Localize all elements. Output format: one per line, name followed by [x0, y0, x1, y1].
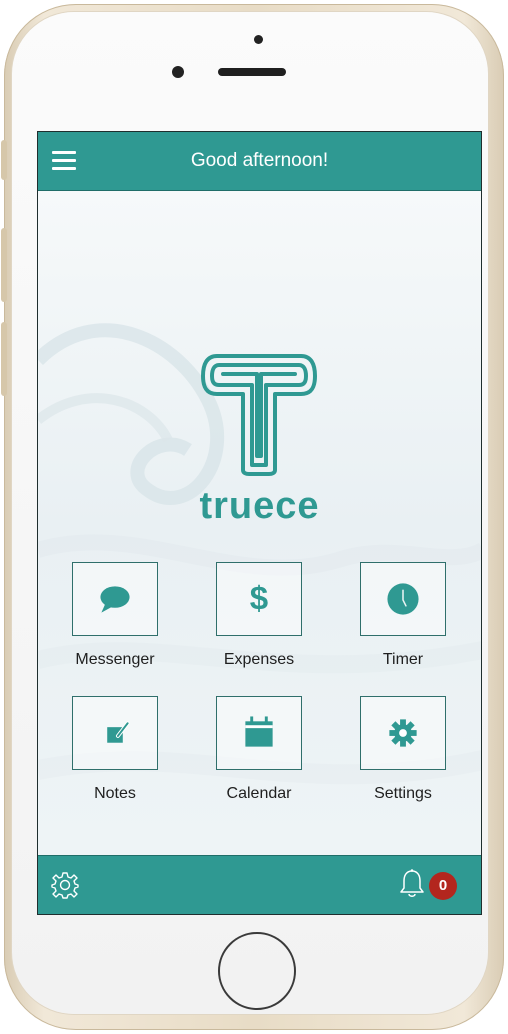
timer-tile[interactable]: [360, 562, 446, 636]
dollar-icon: $: [250, 581, 268, 618]
calendar-label: Calendar: [226, 785, 292, 802]
clock-icon: [387, 583, 419, 615]
svg-text:$: $: [250, 581, 268, 618]
footer-bar: 0: [38, 855, 481, 914]
notification-count-badge: 0: [429, 872, 457, 900]
proximity-sensor: [254, 35, 263, 44]
expenses-label: Expenses: [223, 651, 295, 668]
greeting-title: Good afternoon!: [190, 150, 329, 171]
app-screen: Good afternoon! truece Messenger $ Expen…: [37, 131, 482, 915]
earpiece-speaker: [218, 68, 286, 76]
notes-label: Notes: [94, 785, 136, 802]
truece-logo-icon: [201, 354, 317, 476]
note-edit-icon: [107, 721, 130, 743]
notes-tile[interactable]: [72, 696, 158, 770]
volume-up-button: [1, 228, 7, 302]
mute-switch: [1, 140, 7, 180]
header-bar: Good afternoon!: [38, 132, 481, 191]
settings-gear-icon[interactable]: [50, 870, 80, 900]
calendar-tile[interactable]: [216, 696, 302, 770]
messenger-tile[interactable]: [72, 562, 158, 636]
chat-bubble-icon: [100, 586, 130, 613]
messenger-label: Messenger: [75, 651, 155, 668]
settings-label: Settings: [374, 785, 432, 802]
notification-bell-icon[interactable]: [398, 868, 426, 900]
settings-tile[interactable]: [360, 696, 446, 770]
front-camera: [172, 66, 184, 78]
timer-label: Timer: [382, 651, 424, 668]
expenses-tile[interactable]: $: [216, 562, 302, 636]
calendar-icon: [245, 716, 273, 747]
gear-icon: [389, 719, 417, 747]
home-button[interactable]: [218, 932, 296, 1010]
volume-down-button: [1, 322, 7, 396]
brand-name: truece: [199, 485, 320, 527]
